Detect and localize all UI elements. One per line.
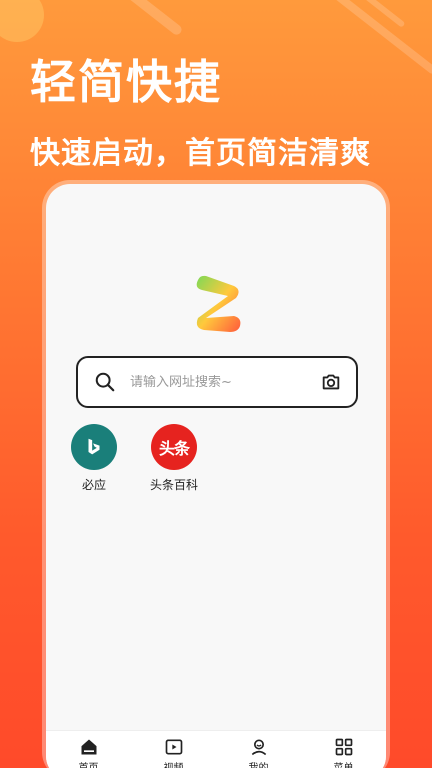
toutiao-icon[interactable]: 头条 xyxy=(151,424,197,470)
promo-subline: 快速启动，首页简洁清爽 xyxy=(30,136,371,171)
decorative-blob xyxy=(0,0,44,42)
bing-icon[interactable] xyxy=(71,424,117,470)
search-input[interactable] xyxy=(130,374,310,390)
shortcut-label: 头条百科 xyxy=(150,478,199,492)
nav-video[interactable]: 视频 xyxy=(144,737,204,768)
shortcut-toutiao[interactable]: 头条 头条百科 xyxy=(150,424,198,493)
shortcut-bing[interactable]: 必应 xyxy=(70,424,118,493)
nav-profile[interactable]: 我的 xyxy=(229,737,289,768)
nav-label: 视频 xyxy=(164,759,184,768)
camera-icon[interactable] xyxy=(320,371,342,393)
video-icon xyxy=(165,739,182,755)
phone-mockup: 必应 头条 头条百科 首页 视频 xyxy=(42,180,390,768)
nav-menu[interactable]: 菜单 xyxy=(314,737,374,768)
app-screen: 必应 头条 头条百科 首页 视频 xyxy=(46,184,386,768)
nav-label: 首页 xyxy=(79,759,99,768)
nav-label: 我的 xyxy=(249,759,269,768)
user-icon xyxy=(251,739,266,756)
shortcut-label: 必应 xyxy=(81,478,106,492)
search-icon[interactable] xyxy=(94,371,116,393)
nav-label: 菜单 xyxy=(334,759,354,768)
nav-home[interactable]: 首页 xyxy=(59,737,119,768)
promo-headline: 轻简快捷 xyxy=(30,55,222,109)
menu-grid-icon xyxy=(335,738,352,756)
bottom-nav: 首页 视频 我的 xyxy=(46,730,386,768)
shortcut-grid: 必应 头条 头条百科 xyxy=(70,424,198,493)
app-logo xyxy=(196,275,241,332)
search-bar[interactable] xyxy=(76,356,358,408)
decorative-streak xyxy=(106,0,184,37)
decorative-streak xyxy=(322,0,432,76)
home-icon xyxy=(81,739,96,755)
